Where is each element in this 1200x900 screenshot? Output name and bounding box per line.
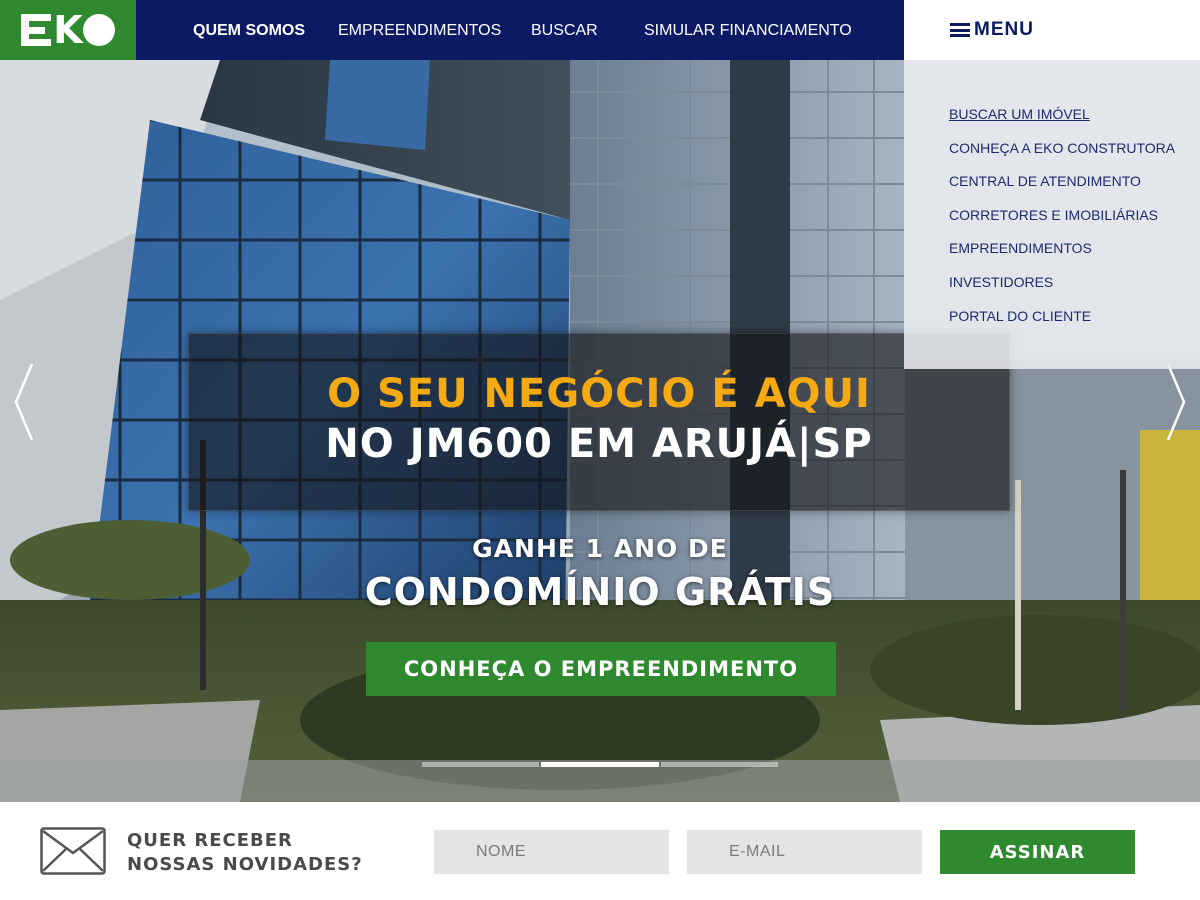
menu-button[interactable]: MENU [904,0,1200,60]
cta-conheca-empreendimento-button[interactable]: CONHEÇA O EMPREENDIMENTO [366,642,836,696]
hero-headline: O SEU NEGÓCIO É AQUI [327,371,871,417]
main-nav: QUEM SOMOS EMPREENDIMENTOS BUSCAR SIMULA… [136,0,904,60]
slider-pagination [422,762,780,767]
envelope-icon [40,827,106,875]
menu-dropdown: BUSCAR UM IMÓVEL CONHEÇA A EKO CONSTRUTO… [904,60,1200,369]
subscribe-button[interactable]: ASSINAR [940,830,1135,874]
slider-next-icon[interactable] [1164,362,1188,442]
menu-item-portal-cliente[interactable]: PORTAL DO CLIENTE [949,308,1200,342]
nav-item-buscar[interactable]: BUSCAR [531,22,598,40]
slider-prev-icon[interactable] [12,362,36,442]
promo-line-1: GANHE 1 ANO DE [472,534,728,563]
hero-subheadline: NO JM600 EM ARUJÁ|SP [325,421,873,467]
logo[interactable]: K [0,0,136,60]
nav-item-empreendimentos[interactable]: EMPREENDIMENTOS [338,22,501,40]
menu-item-buscar-imovel[interactable]: BUSCAR UM IMÓVEL [949,106,1200,140]
hamburger-icon [950,23,970,37]
menu-item-investidores[interactable]: INVESTIDORES [949,274,1200,308]
menu-item-central-atendimento[interactable]: CENTRAL DE ATENDIMENTO [949,173,1200,207]
email-input[interactable] [687,830,922,874]
top-bar: K QUEM SOMOS EMPREENDIMENTOS BUSCAR SIMU… [0,0,1200,60]
newsletter-title: QUER RECEBER NOSSAS NOVIDADES? [127,829,363,877]
promo-line-2: CONDOMÍNIO GRÁTIS [364,570,836,614]
menu-label: MENU [974,19,1034,40]
slide-indicator[interactable] [422,762,540,767]
newsletter-title-line-2: NOSSAS NOVIDADES? [127,854,363,875]
name-input[interactable] [434,830,669,874]
menu-item-corretores[interactable]: CORRETORES E IMOBILIÁRIAS [949,207,1200,241]
menu-item-conheca-eko[interactable]: CONHEÇA A EKO CONSTRUTORA [949,140,1200,174]
slide-indicator-active[interactable] [541,762,659,767]
menu-item-empreendimentos[interactable]: EMPREENDIMENTOS [949,240,1200,274]
logo-mark: K [21,11,115,49]
hero-banner: O SEU NEGÓCIO É AQUI NO JM600 EM ARUJÁ|S… [188,333,1010,511]
newsletter-title-line-1: QUER RECEBER [127,830,293,851]
slide-indicator[interactable] [660,762,778,767]
nav-item-quem-somos[interactable]: QUEM SOMOS [193,22,305,40]
nav-item-simular-financiamento[interactable]: SIMULAR FINANCIAMENTO [644,22,852,40]
